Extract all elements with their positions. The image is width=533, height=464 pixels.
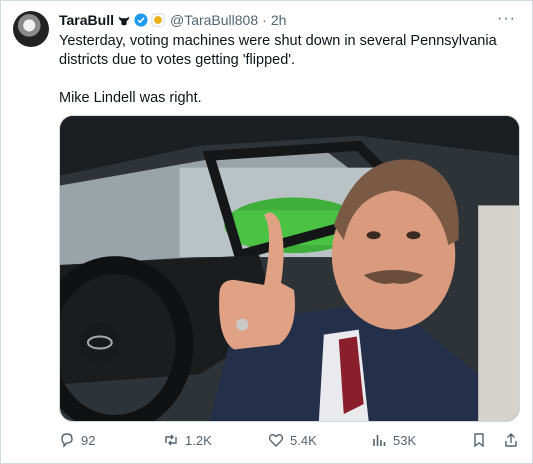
heart-icon xyxy=(268,434,284,447)
tweet-text: Yesterday, voting machines were shut dow… xyxy=(59,33,497,106)
bookmark-button[interactable] xyxy=(471,432,487,448)
views-icon xyxy=(373,435,386,446)
tweet-actions: 92 1.2K 5.4K 53K xyxy=(59,429,519,453)
reply-count: 92 xyxy=(81,432,96,448)
repost-button[interactable]: 1.2K xyxy=(163,432,212,448)
like-button[interactable]: 5.4K xyxy=(268,432,317,448)
separator-dot: · xyxy=(262,12,267,28)
share-icon xyxy=(505,433,517,447)
author-handle[interactable]: @TaraBull808 xyxy=(170,12,258,28)
views-button[interactable]: 53K xyxy=(371,432,416,448)
bookmark-icon xyxy=(474,433,484,448)
repost-count: 1.2K xyxy=(185,432,212,448)
avatar[interactable] xyxy=(13,11,49,47)
tweet-photo[interactable] xyxy=(59,115,520,422)
view-count: 53K xyxy=(393,432,417,448)
share-button[interactable] xyxy=(503,432,519,448)
reply-button[interactable]: 92 xyxy=(59,432,95,448)
bull-emoji-icon xyxy=(118,16,130,26)
more-options-icon[interactable]: ··· xyxy=(497,10,516,28)
like-count: 5.4K xyxy=(290,432,317,448)
repost-icon xyxy=(165,434,177,446)
affiliate-badge-icon xyxy=(151,13,165,27)
reply-icon xyxy=(61,433,73,448)
tweet-header: TaraBull @TaraBull808 · 2h xyxy=(59,10,518,30)
author-name[interactable]: TaraBull xyxy=(59,12,114,28)
verified-badge-icon xyxy=(134,13,148,27)
timestamp[interactable]: 2h xyxy=(271,12,287,28)
